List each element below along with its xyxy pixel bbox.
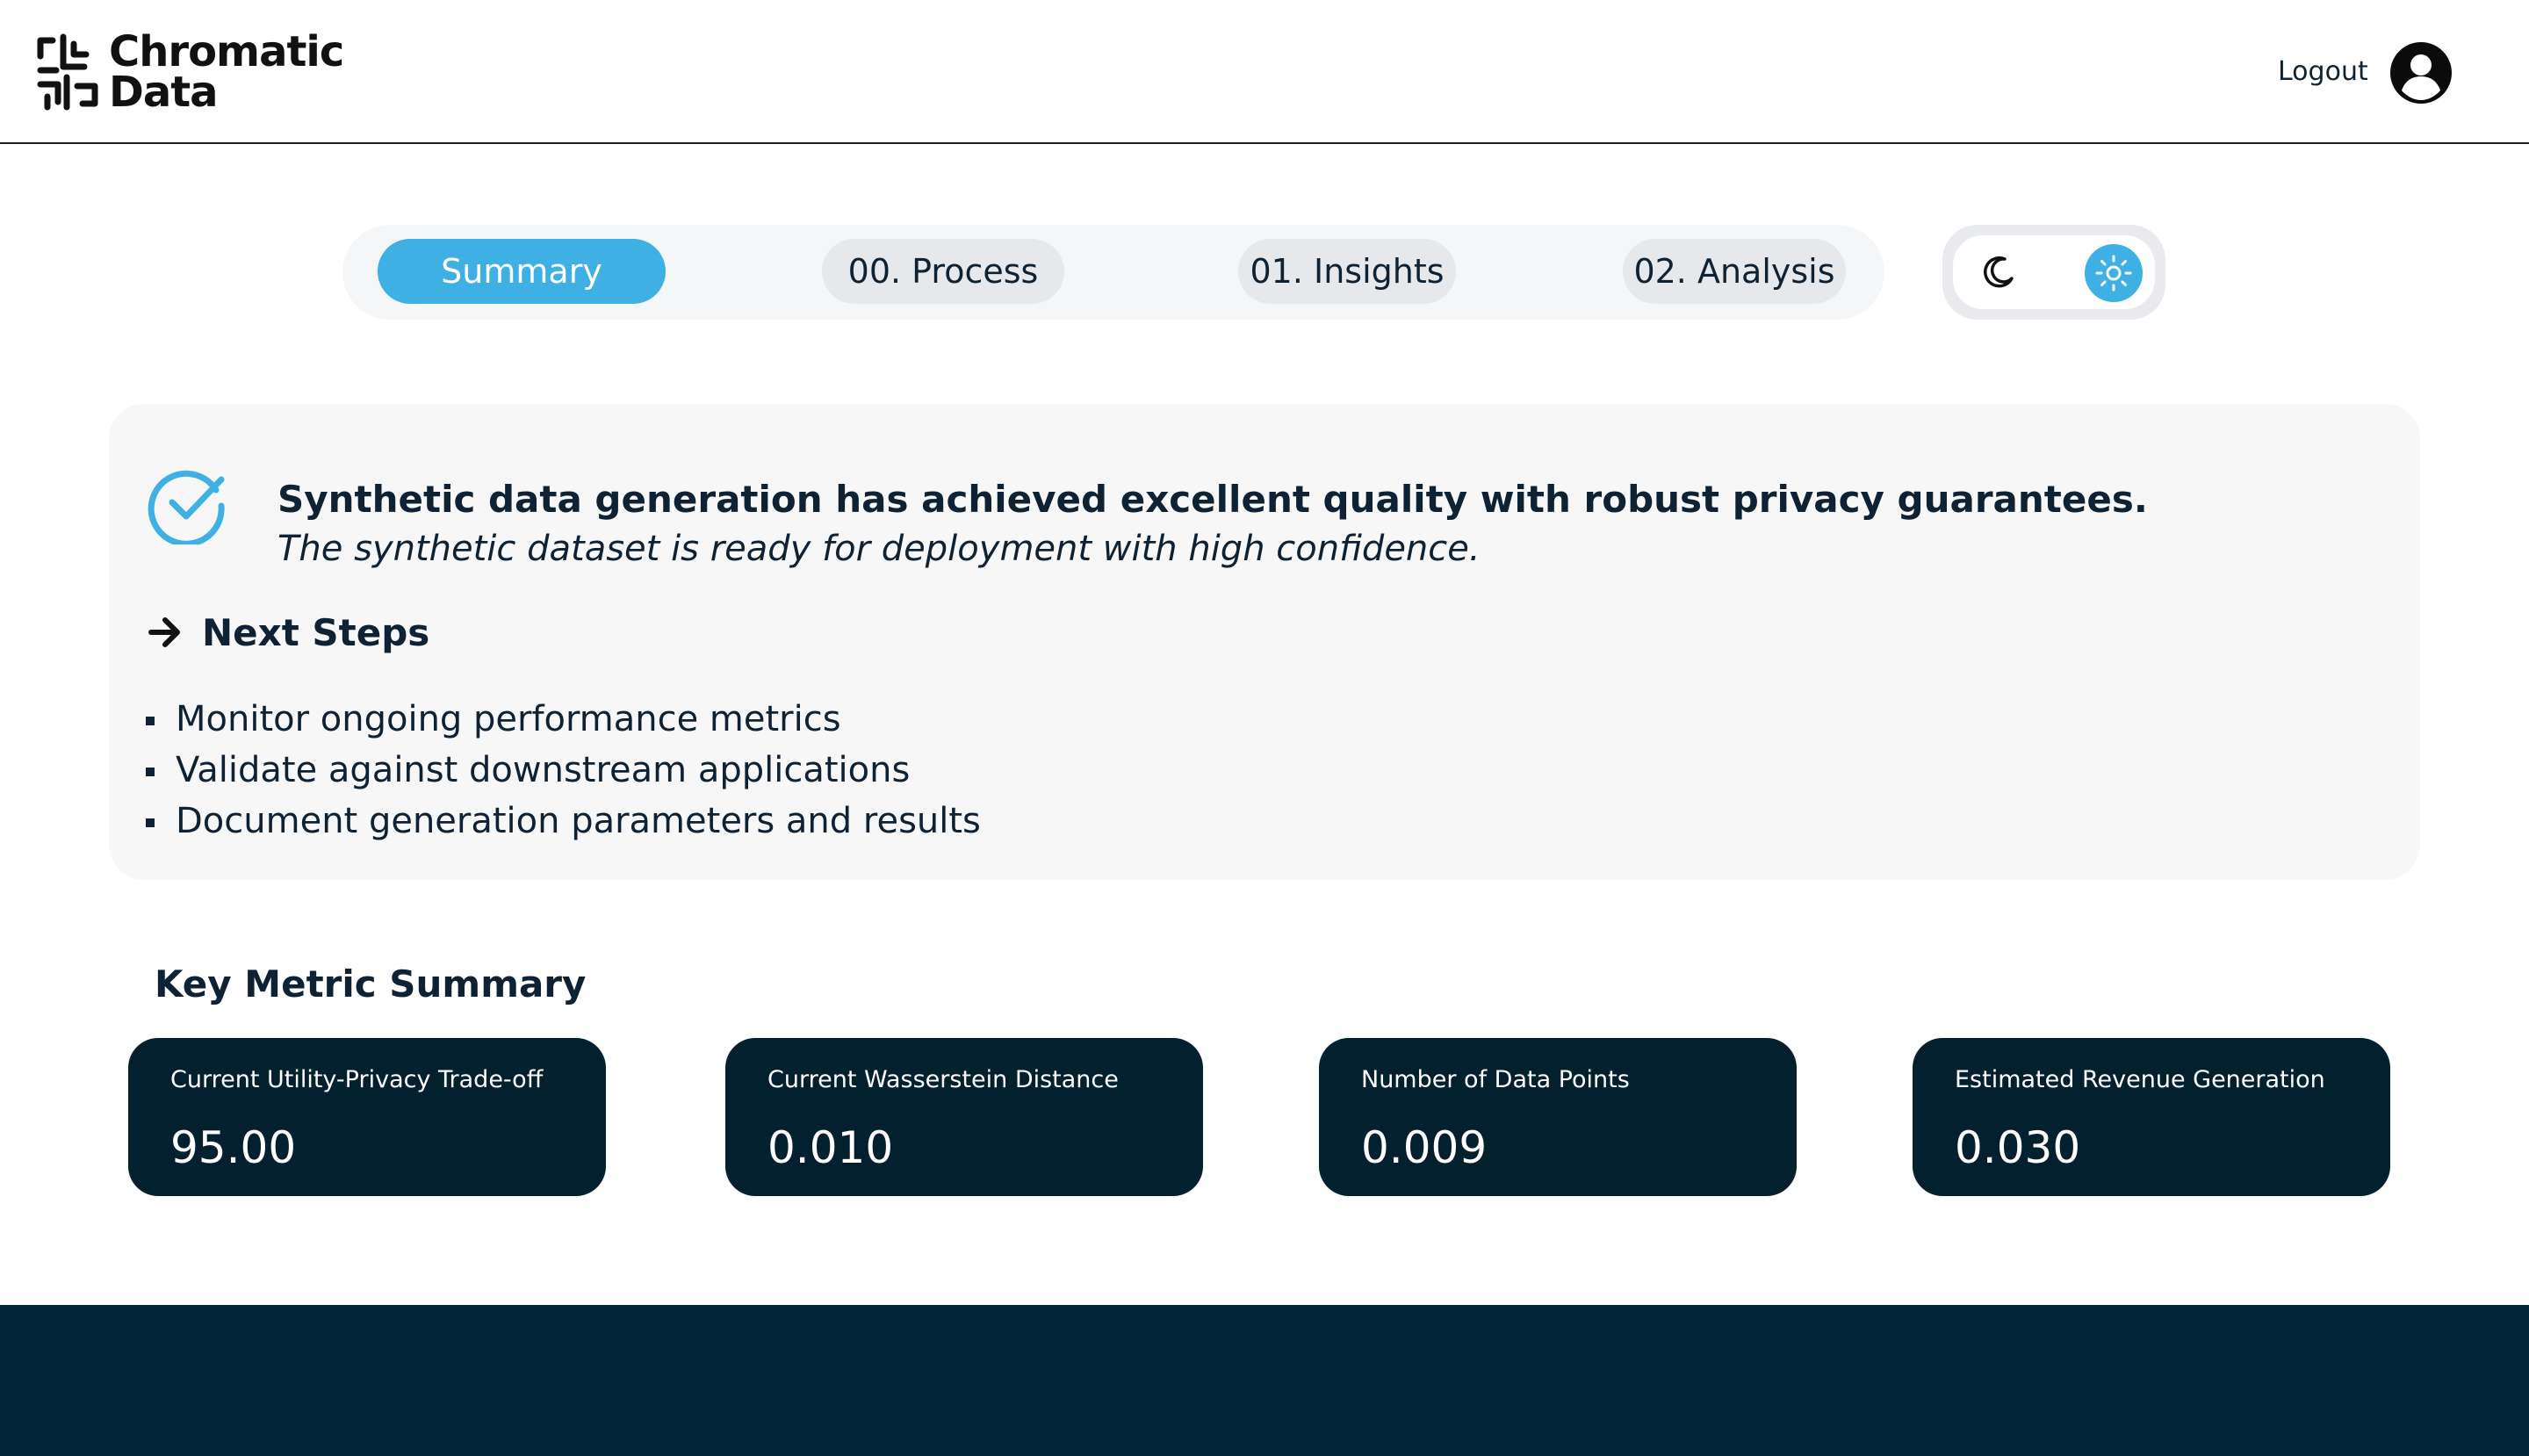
theme-toggle[interactable] bbox=[1942, 225, 2165, 320]
summary-subline: The synthetic dataset is ready for deplo… bbox=[277, 529, 1481, 569]
summary-headline: Synthetic data generation has achieved e… bbox=[277, 478, 2148, 521]
moon-icon bbox=[1984, 256, 2014, 288]
next-steps-list: Monitor ongoing performance metrics Vali… bbox=[144, 694, 981, 847]
tab-summary[interactable]: Summary bbox=[378, 239, 666, 304]
page-footer bbox=[0, 1305, 2529, 1456]
app-header: Chromatic Data Logout bbox=[0, 0, 2529, 144]
logout-link[interactable]: Logout bbox=[2278, 56, 2368, 87]
next-steps-title: Next Steps bbox=[202, 611, 430, 654]
metric-value: 0.030 bbox=[1955, 1122, 2081, 1173]
metric-card-wasserstein: Current Wasserstein Distance 0.010 bbox=[725, 1038, 1203, 1196]
list-item: Document generation parameters and resul… bbox=[144, 796, 981, 847]
metric-label: Current Wasserstein Distance bbox=[767, 1066, 1119, 1093]
metric-label: Estimated Revenue Generation bbox=[1955, 1066, 2325, 1093]
tab-analysis[interactable]: 02. Analysis bbox=[1623, 239, 1846, 304]
brand-name-line2: Data bbox=[109, 68, 219, 117]
section-tabs: Summary 00. Process 01. Insights 02. Ana… bbox=[342, 225, 1884, 320]
metric-card-revenue: Estimated Revenue Generation 0.030 bbox=[1913, 1038, 2390, 1196]
summary-card: Synthetic data generation has achieved e… bbox=[109, 404, 2420, 880]
arrow-right-icon bbox=[148, 617, 180, 647]
metric-card-data-points: Number of Data Points 0.009 bbox=[1319, 1038, 1797, 1196]
dark-mode-button[interactable] bbox=[1972, 246, 2025, 299]
sun-icon bbox=[2095, 255, 2132, 292]
check-circle-icon bbox=[148, 470, 225, 544]
metric-card-utility-privacy: Current Utility-Privacy Trade-off 95.00 bbox=[128, 1038, 606, 1196]
list-item: Monitor ongoing performance metrics bbox=[144, 694, 981, 745]
metric-value: 0.010 bbox=[767, 1122, 894, 1173]
metric-label: Number of Data Points bbox=[1361, 1066, 1630, 1093]
light-mode-button[interactable] bbox=[2085, 244, 2143, 302]
theme-toggle-track bbox=[1953, 235, 2155, 309]
list-item: Validate against downstream applications bbox=[144, 745, 981, 796]
metric-value: 95.00 bbox=[170, 1122, 297, 1173]
user-avatar-icon[interactable] bbox=[2388, 40, 2453, 105]
tab-insights[interactable]: 01. Insights bbox=[1238, 239, 1456, 304]
brand-logo[interactable]: Chromatic Data bbox=[32, 27, 344, 117]
metric-value: 0.009 bbox=[1361, 1122, 1488, 1173]
tab-process[interactable]: 00. Process bbox=[822, 239, 1064, 304]
brand-name: Chromatic Data bbox=[109, 27, 344, 117]
metric-label: Current Utility-Privacy Trade-off bbox=[170, 1066, 544, 1093]
key-metrics-title: Key Metric Summary bbox=[155, 962, 587, 1006]
chromatic-logo-icon bbox=[37, 33, 98, 111]
brand-name-line1: Chromatic bbox=[109, 27, 344, 76]
